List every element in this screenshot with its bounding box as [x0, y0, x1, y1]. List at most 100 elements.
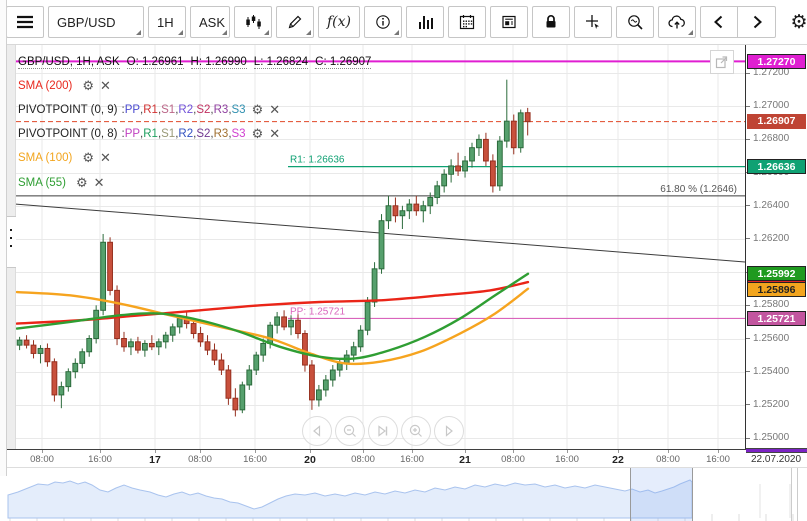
price-badge-1.26907: 1.26907 — [747, 114, 806, 130]
dropdown-corner-icon — [394, 30, 400, 35]
indicator-remove-icon[interactable]: ✕ — [100, 79, 111, 92]
price-side-select[interactable]: ASK — [190, 6, 230, 38]
time-tick-mark — [42, 450, 43, 453]
indicator-settings-gear-icon[interactable]: ⚙ — [252, 127, 264, 140]
indicator-legend-sma-200: SMA (200) ⚙ ✕ — [18, 78, 111, 93]
trading-chart-window: GBP/USD 1H ASK f(x) ⚙ 61.80 % (1.2646) R1: 1.… — [0, 0, 807, 521]
time-tick-mark — [100, 450, 101, 453]
price-tick-label: 1.27000 — [753, 100, 790, 112]
indicator-settings-gear-icon[interactable]: ⚙ — [82, 151, 94, 164]
price-tick-label: 1.26800 — [753, 133, 790, 145]
pop-out-icon — [714, 54, 730, 70]
time-tick-mark — [363, 450, 364, 453]
axis-date-label: 22.07.2020 — [751, 454, 802, 465]
navigator-canvas[interactable] — [0, 468, 807, 521]
history-navigator[interactable] — [0, 468, 807, 521]
magnifier-plus-icon — [408, 423, 424, 439]
draw-tools-button[interactable] — [276, 6, 314, 38]
symbol-select-label: GBP/USD — [57, 14, 116, 30]
info-button[interactable] — [364, 6, 403, 38]
drag-dots-icon — [10, 229, 12, 231]
splitter-drag-handle[interactable] — [7, 216, 16, 268]
drag-dots-icon — [10, 237, 12, 239]
time-tick-label: 16:00 — [400, 454, 424, 465]
pivot-level-s2: S2 — [196, 103, 211, 116]
info-icon — [375, 14, 391, 30]
indicator-legend-pivotpoint-8: PIVOTPOINT (0, 8) : PP, R1, S1, R2, S2, … — [18, 126, 281, 141]
forward-button[interactable] — [738, 6, 777, 38]
pivot-level-s1: S1 — [161, 103, 176, 116]
axis-period-marker — [746, 448, 807, 453]
pencil-icon — [287, 14, 303, 30]
menu-icon — [15, 14, 35, 30]
dropdown-corner-icon — [136, 30, 141, 35]
indicator-remove-icon[interactable]: ✕ — [100, 151, 111, 164]
chart-type-button[interactable] — [234, 6, 272, 38]
arrow-right-icon — [441, 423, 457, 439]
indicator-remove-icon[interactable]: ✕ — [269, 127, 280, 140]
cloud-save-button[interactable] — [658, 6, 697, 38]
time-tick-label: 08:00 — [30, 454, 54, 465]
news-button[interactable] — [490, 6, 529, 38]
legend-close: C: 1.26907 — [315, 56, 372, 69]
pivot-level-r2: R2 — [178, 103, 194, 116]
menu-button[interactable] — [6, 6, 44, 38]
time-tick-label: 16:00 — [88, 454, 112, 465]
pan-left-button[interactable] — [302, 416, 332, 446]
pivot-level-pp: PP — [124, 103, 141, 116]
indicator-settings-gear-icon[interactable]: ⚙ — [76, 176, 88, 189]
price-badge-1.27270: 1.27270 — [747, 53, 806, 69]
ohlc-legend: GBP/USD, 1H, ASK O: 1.26961 H: 1.26990 L… — [18, 55, 378, 70]
lock-icon — [543, 14, 559, 30]
settings-button[interactable]: ⚙ — [780, 6, 807, 38]
price-tick-mark — [746, 238, 750, 240]
zoom-out-button[interactable] — [335, 416, 365, 446]
indicator-label: PIVOTPOINT (0, 9) — [18, 103, 118, 116]
chart-plot-area[interactable]: 61.80 % (1.2646) R1: 1.26636 PP: 1.25721 G… — [0, 45, 807, 449]
time-tick-label: 08:00 — [351, 454, 375, 465]
crosshair-button[interactable] — [574, 6, 613, 38]
indicator-remove-icon[interactable]: ✕ — [269, 103, 280, 116]
time-tick-mark — [618, 450, 619, 453]
indicator-remove-icon[interactable]: ✕ — [94, 176, 105, 189]
time-tick-label: 16:00 — [243, 454, 267, 465]
pivot-level-s3: S3 — [231, 127, 246, 140]
navigator-selection[interactable] — [630, 468, 692, 521]
time-tick-label: 16:00 — [706, 454, 730, 465]
time-tick-mark — [310, 450, 311, 453]
zoom-in-button[interactable] — [401, 416, 431, 446]
time-axis[interactable]: 08:00 16:00 17 08:00 16:00 20 08:00 16:00 21 08:0… — [0, 449, 807, 468]
pan-right-button[interactable] — [434, 416, 464, 446]
go-to-end-button[interactable] — [368, 416, 398, 446]
lock-button[interactable] — [532, 6, 571, 38]
indicator-legend-sma-55: SMA (55) ⚙ ✕ — [18, 175, 105, 190]
price-tick-mark — [746, 138, 750, 140]
timeframe-select[interactable]: 1H — [148, 6, 186, 38]
back-button[interactable] — [700, 6, 739, 38]
price-tick-label: 1.26400 — [753, 199, 790, 211]
time-tick-mark — [513, 450, 514, 453]
zoom-button[interactable] — [616, 6, 655, 38]
symbol-select[interactable]: GBP/USD — [48, 6, 144, 38]
indicators-button[interactable]: f(x) — [318, 6, 361, 38]
indicators-button-label: f(x) — [327, 14, 352, 30]
legend-low: L: 1.26824 — [253, 56, 309, 69]
time-tick-mark — [255, 450, 256, 453]
dropdown-corner-icon — [264, 30, 269, 35]
price-tick-mark — [746, 437, 750, 439]
timeframe-select-label: 1H — [157, 14, 174, 30]
indicator-settings-gear-icon[interactable]: ⚙ — [252, 103, 264, 116]
calendar-button[interactable] — [448, 6, 487, 38]
price-tick-label: 1.26200 — [753, 232, 790, 244]
volume-button[interactable] — [406, 6, 445, 38]
price-axis[interactable]: 1.250001.252001.254001.256001.258001.260… — [745, 45, 807, 449]
navigator-right-gutter — [797, 468, 798, 521]
left-scroll-track[interactable] — [7, 45, 16, 449]
indicator-legend-pivotpoint-9: PIVOTPOINT (0, 9) : PP, R1, S1, R2, S2, … — [18, 102, 281, 117]
pop-out-button[interactable] — [710, 50, 734, 74]
time-tick-mark — [668, 450, 669, 453]
indicator-settings-gear-icon[interactable]: ⚙ — [82, 79, 94, 92]
price-tick-mark — [746, 338, 750, 339]
crosshair-icon — [585, 14, 601, 30]
time-tick-label: 17 — [149, 454, 161, 466]
